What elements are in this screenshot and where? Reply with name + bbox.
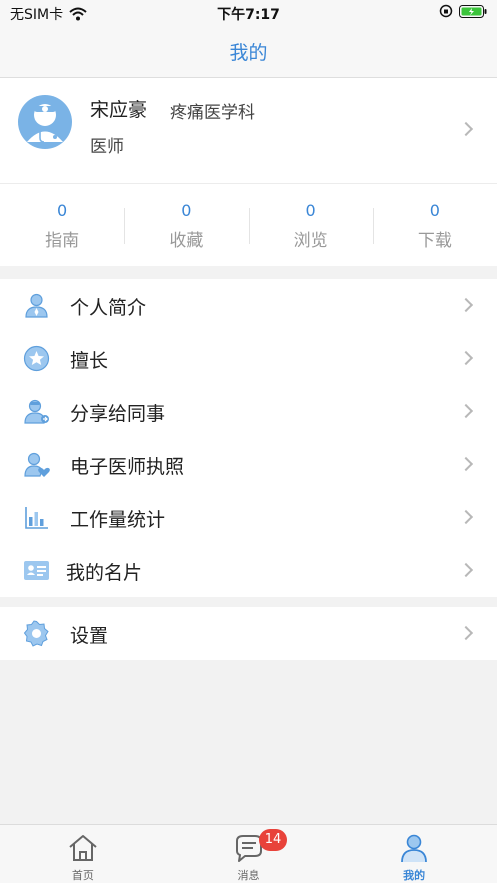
tab-label: 首页 (71, 869, 94, 882)
stat-downloads[interactable]: 0 下载 (372, 184, 497, 266)
doctor-department: 疼痛医学科 (170, 103, 255, 123)
chevron-right-icon (458, 297, 474, 313)
star-icon (23, 345, 50, 372)
status-right (439, 4, 487, 18)
menu-item-label: 个人简介 (70, 297, 147, 319)
stat-label: 指南 (45, 231, 80, 251)
doctor-title: 医师 (90, 137, 124, 157)
menu-item-share-colleague[interactable]: 分享给同事 (0, 385, 497, 438)
menu-item-label: 设置 (70, 625, 109, 647)
stats-row: 0 指南 0 收藏 0 浏览 0 下载 (0, 184, 497, 266)
menu-item-label: 我的名片 (66, 562, 143, 584)
menu-item-expertise[interactable]: 擅长 (0, 332, 497, 385)
menu-item-label: 分享给同事 (70, 403, 166, 425)
menu-list: 个人简介 擅长 分享给同事 电子医师执照 工作量统计 我的名片 (0, 279, 497, 597)
menu-item-label: 擅长 (70, 350, 109, 372)
chevron-right-icon (458, 456, 474, 472)
nav-bar: 我的 (0, 26, 497, 78)
doctor-avatar-icon (18, 95, 72, 149)
status-time: 下午7:17 (217, 7, 280, 23)
stat-label: 浏览 (293, 231, 328, 251)
page-title: 我的 (229, 42, 268, 64)
stat-favorites[interactable]: 0 收藏 (124, 184, 248, 266)
menu-item-workload-stats[interactable]: 工作量统计 (0, 491, 497, 544)
business-card-icon (24, 561, 49, 580)
stat-value: 0 (57, 201, 68, 220)
battery-icon (459, 4, 487, 18)
license-icon (24, 452, 50, 477)
menu-item-label: 电子医师执照 (70, 456, 185, 478)
chevron-right-icon (458, 562, 474, 578)
chevron-right-icon (458, 403, 474, 419)
tab-bar: 首页 消息 我的 14 (0, 824, 497, 883)
tab-label: 消息 (237, 869, 260, 882)
status-bar: 无SIM卡 下午7:17 (0, 0, 497, 26)
tab-label: 我的 (403, 869, 426, 882)
stat-label: 收藏 (169, 231, 204, 251)
menu-item-label: 工作量统计 (70, 509, 166, 531)
stat-value: 0 (305, 201, 316, 220)
gear-icon (23, 620, 49, 647)
chevron-right-icon (458, 625, 474, 641)
profile-card[interactable]: 宋应豪 疼痛医学科 医师 (0, 78, 497, 184)
tab-messages[interactable]: 消息 (166, 825, 332, 883)
share-doctor-icon (24, 399, 49, 424)
stat-value: 0 (429, 201, 440, 220)
profile-screen: 无SIM卡 下午7:17 我的 宋应豪 疼痛医学科 医师 0 指南 0 收藏 0… (0, 0, 497, 883)
tab-home[interactable]: 首页 (0, 825, 166, 883)
stat-views[interactable]: 0 浏览 (248, 184, 373, 266)
menu-item-e-license[interactable]: 电子医师执照 (0, 438, 497, 491)
menu-item-business-card[interactable]: 我的名片 (0, 544, 497, 597)
chevron-right-icon (458, 350, 474, 366)
chevron-right-icon (458, 509, 474, 525)
bar-chart-icon (25, 507, 48, 529)
settings-group: 设置 (0, 607, 497, 660)
stat-value: 0 (181, 201, 192, 220)
menu-item-profile-intro[interactable]: 个人简介 (0, 279, 497, 332)
user-icon (401, 834, 428, 863)
doctor-name: 宋应豪 (90, 99, 148, 121)
chevron-right-icon (458, 121, 474, 137)
stat-label: 下载 (417, 231, 452, 251)
message-count-badge: 14 (259, 829, 287, 851)
person-icon (25, 293, 48, 318)
orientation-lock-icon (439, 4, 453, 18)
home-icon (69, 835, 97, 861)
menu-item-settings[interactable]: 设置 (0, 607, 497, 660)
stat-guides[interactable]: 0 指南 (0, 184, 124, 266)
tab-mine[interactable]: 我的 (331, 825, 497, 883)
